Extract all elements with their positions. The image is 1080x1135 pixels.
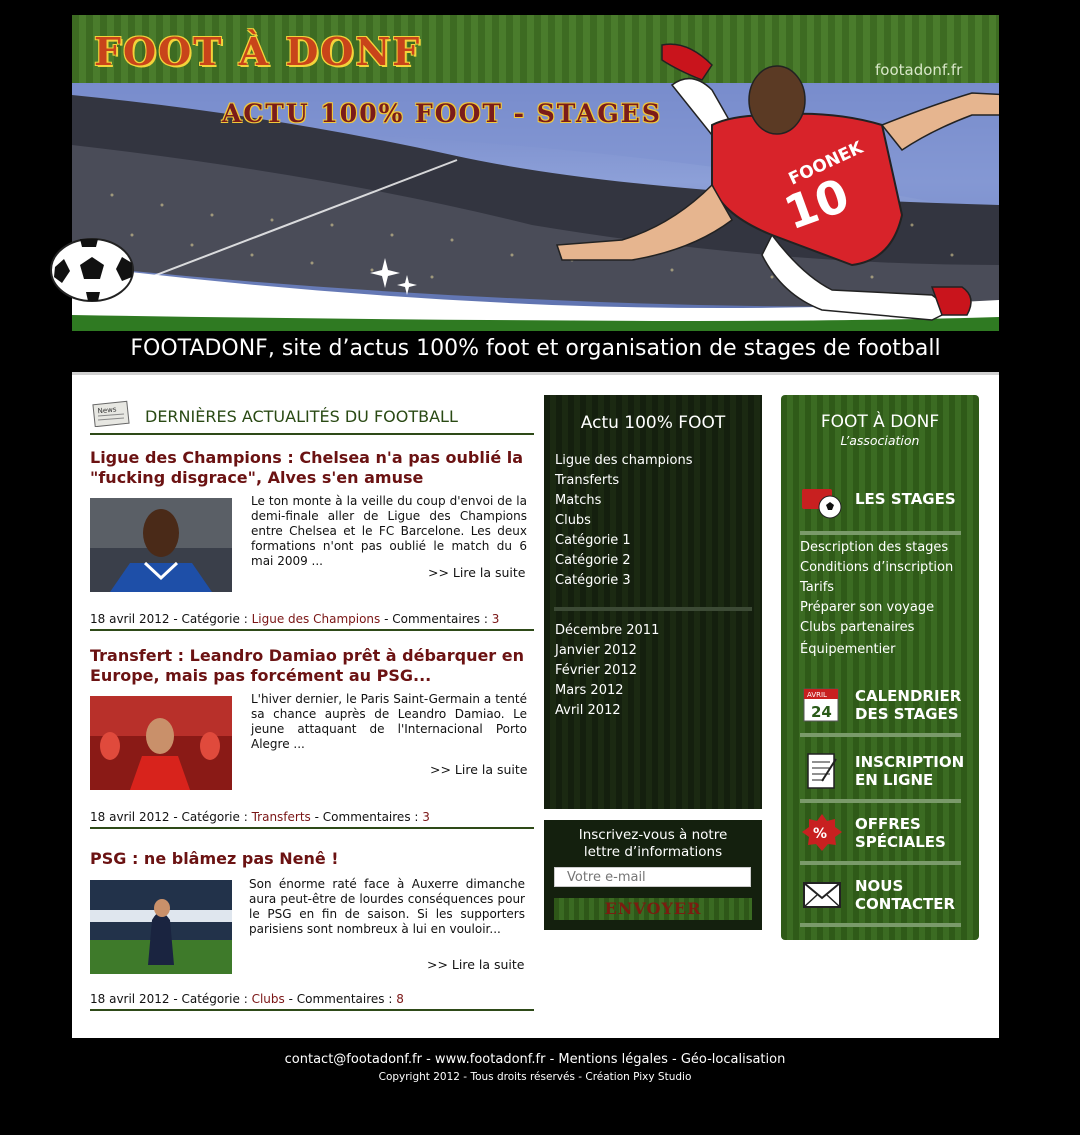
header-banner: FOONEK 10 FOOT À DONF footadonf.fr ACTU … (72, 15, 999, 331)
comments-count-link[interactable]: 3 (492, 612, 500, 626)
category-link[interactable]: Clubs (252, 992, 285, 1006)
actu-category-link[interactable]: Catégorie 3 (555, 573, 631, 588)
article-excerpt-3: Son énorme raté face à Auxerre dimanche … (249, 877, 525, 936)
signup-form-icon (807, 753, 837, 789)
news-section-title: DERNIÈRES ACTUALITÉS DU FOOTBALL (145, 407, 458, 426)
footer-copyright: Copyright 2012 - Tous droits réservés - … (378, 1071, 692, 1083)
actu-category-link[interactable]: Clubs (555, 513, 591, 528)
actu-category-link[interactable]: Matchs (555, 493, 601, 508)
newsletter-label: Inscrivez-vous à notre lettre d’informat… (544, 827, 762, 861)
category-link[interactable]: Ligue des Champions (252, 612, 381, 626)
article-meta-1: 18 avril 2012 - Catégorie : Ligue des Ch… (90, 612, 534, 631)
main-content: News DERNIÈRES ACTUALITÉS DU FOOTBALL Li… (72, 372, 999, 1038)
archive-link[interactable]: Décembre 2011 (555, 623, 659, 638)
category-label: Catégorie : (181, 992, 248, 1006)
contact-label-line-2: CONTACTER (855, 895, 956, 913)
newsletter-panel: Inscrivez-vous à notre lettre d’informat… (544, 820, 762, 930)
special-offer-icon: % (802, 814, 842, 851)
calendar-section[interactable]: AVRIL 24 CALENDRIER DES STAGES (800, 685, 961, 737)
newsletter-email-input[interactable] (554, 867, 751, 887)
stage-link[interactable]: Équipementier (800, 642, 896, 657)
inscription-label-line-1: INSCRIPTION (855, 753, 965, 771)
svg-text:AVRIL: AVRIL (807, 691, 827, 699)
article-date: 18 avril 2012 (90, 992, 170, 1006)
actu-divider (554, 607, 752, 611)
offers-label-line-1: OFFRES (855, 815, 921, 833)
archive-link[interactable]: Mars 2012 (555, 683, 624, 698)
footer-links[interactable]: contact@footadonf.fr - www.footadonf.fr … (0, 1052, 1070, 1067)
category-link[interactable]: Transferts (252, 810, 311, 824)
article-date: 18 avril 2012 (90, 810, 170, 824)
newsletter-label-line-1: Inscrivez-vous à notre (578, 827, 728, 843)
article-title-3[interactable]: PSG : ne blâmez pas Nenê ! (90, 849, 530, 869)
actu-category-link[interactable]: Transferts (555, 473, 619, 488)
site-tagline: FOOTADONF, site d’actus 100% foot et org… (130, 336, 941, 361)
offers-section[interactable]: % OFFRES SPÉCIALES (800, 813, 961, 865)
contact-section[interactable]: NOUS CONTACTER (800, 875, 961, 927)
calendar-label-line-1: CALENDRIER (855, 687, 962, 705)
article-title-2[interactable]: Transfert : Leandro Damiao prêt à débarq… (90, 646, 530, 686)
stages-section[interactable]: LES STAGES (800, 483, 961, 535)
comments-label: Commentaires : (296, 992, 393, 1006)
calendar-icon: AVRIL 24 (803, 688, 839, 722)
article-meta-3: 18 avril 2012 - Catégorie : Clubs - Comm… (90, 992, 534, 1011)
actu-category-link[interactable]: Catégorie 2 (555, 553, 631, 568)
stage-link[interactable]: Préparer son voyage (800, 600, 934, 615)
actu-category-link[interactable]: Ligue des champions (555, 453, 692, 468)
article-excerpt-2: L'hiver dernier, le Paris Saint-Germain … (251, 692, 527, 751)
news-section-header: News DERNIÈRES ACTUALITÉS DU FOOTBALL (90, 400, 534, 435)
inscription-label-line-2: EN LIGNE (855, 771, 934, 789)
calendar-label-line-2: DES STAGES (855, 705, 959, 723)
comments-count-link[interactable]: 3 (422, 810, 430, 824)
association-panel: FOOT À DONF L’association LES STAGES Des… (781, 395, 979, 940)
comments-label: Commentaires : (392, 612, 488, 626)
article-thumbnail-1[interactable] (90, 498, 232, 592)
category-label: Catégorie : (181, 612, 248, 626)
actu-category-link[interactable]: Catégorie 1 (555, 533, 631, 548)
read-more-link-3[interactable]: >> Lire la suite (427, 957, 525, 972)
association-subtitle: L’association (840, 433, 920, 448)
contact-label[interactable]: NOUS CONTACTER (855, 877, 955, 913)
banner-subtitle: ACTU 100% FOOT - STAGES (222, 99, 662, 128)
article-thumbnail-3[interactable] (90, 880, 232, 974)
category-label: Catégorie : (181, 810, 248, 824)
newsletter-label-line-2: lettre d’informations (583, 844, 723, 860)
stages-ball-icon (802, 489, 842, 519)
article-date: 18 avril 2012 (90, 612, 170, 626)
stage-link[interactable]: Clubs partenaires (800, 620, 914, 635)
actu-panel-title: Actu 100% FOOT (580, 413, 726, 433)
association-title: FOOT À DONF (820, 412, 940, 432)
mail-envelope-icon (803, 882, 841, 908)
site-url: footadonf.fr (875, 61, 963, 79)
stage-link[interactable]: Tarifs (800, 580, 834, 595)
svg-text:24: 24 (811, 703, 832, 721)
offers-label[interactable]: OFFRES SPÉCIALES (855, 815, 946, 851)
site-logo-title[interactable]: FOOT À DONF (94, 29, 421, 74)
archive-link[interactable]: Février 2012 (555, 663, 637, 678)
svg-text:%: % (813, 826, 827, 842)
comments-count-link[interactable]: 8 (396, 992, 404, 1006)
calendar-label[interactable]: CALENDRIER DES STAGES (855, 687, 961, 723)
article-title-1[interactable]: Ligue des Champions : Chelsea n'a pas ou… (90, 448, 530, 488)
archive-link[interactable]: Avril 2012 (555, 703, 621, 718)
football-icon (50, 238, 134, 302)
stage-link[interactable]: Description des stages (800, 540, 948, 555)
actu-panel: Actu 100% FOOT Ligue des champions Trans… (544, 395, 762, 809)
read-more-link-2[interactable]: >> Lire la suite (430, 762, 528, 777)
inscription-section[interactable]: INSCRIPTION EN LIGNE (800, 751, 964, 803)
article-excerpt-1: Le ton monte à la veille du coup d'envoi… (251, 494, 527, 568)
contact-label-line-1: NOUS (855, 877, 904, 895)
inscription-label[interactable]: INSCRIPTION EN LIGNE (855, 753, 964, 789)
archive-link[interactable]: Janvier 2012 (555, 643, 637, 658)
read-more-link-1[interactable]: >> Lire la suite (428, 565, 526, 580)
stages-label[interactable]: LES STAGES (855, 490, 956, 508)
newsletter-submit-button[interactable]: ENVOYER (554, 898, 752, 920)
offers-label-line-2: SPÉCIALES (855, 833, 946, 851)
article-meta-2: 18 avril 2012 - Catégorie : Transferts -… (90, 810, 534, 829)
article-thumbnail-2[interactable] (90, 696, 232, 790)
newspaper-icon: News (92, 400, 130, 427)
stage-link[interactable]: Conditions d’inscription (800, 560, 953, 575)
comments-label: Commentaires : (322, 810, 419, 824)
